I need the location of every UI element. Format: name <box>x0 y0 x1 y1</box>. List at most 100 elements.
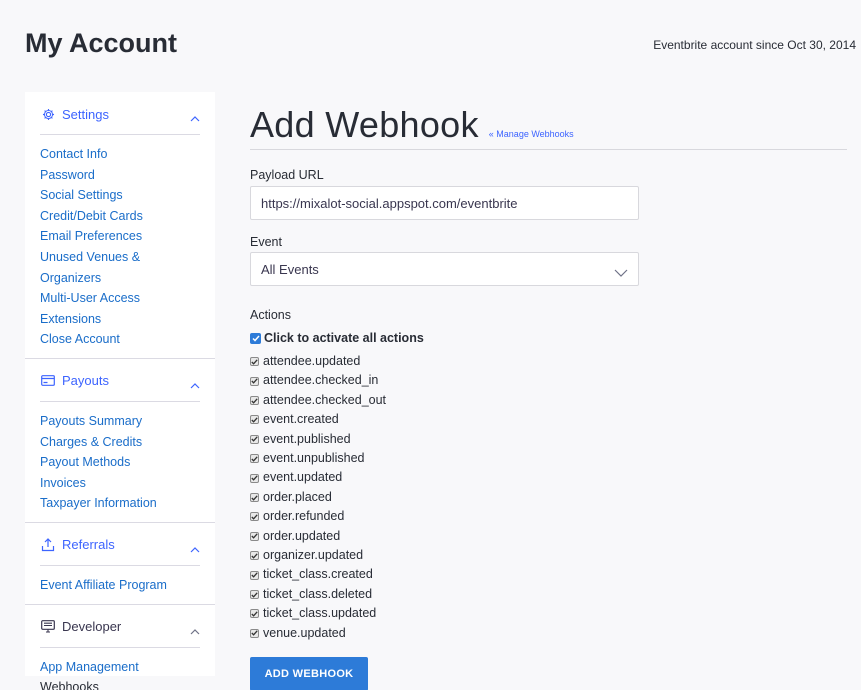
chevron-up-icon[interactable] <box>190 622 200 634</box>
gear-icon <box>40 106 56 122</box>
sidebar-section-label: Settings <box>62 106 109 122</box>
sidebar-item-password[interactable]: Password <box>40 165 200 186</box>
action-checkbox-order-updated[interactable]: order.updated <box>250 527 847 546</box>
action-checkbox-event-unpublished[interactable]: event.unpublished <box>250 449 847 468</box>
sidebar-section-payouts: Payouts Payouts Summary Charges & Credit… <box>25 361 215 522</box>
checkbox-checked-icon <box>250 570 259 580</box>
activate-all-checkbox[interactable]: Click to activate all actions <box>250 331 847 345</box>
action-label: event.updated <box>263 470 343 485</box>
chevron-up-icon[interactable] <box>190 540 200 553</box>
action-label: ticket_class.deleted <box>263 586 373 601</box>
action-checkbox-event-updated[interactable]: event.updated <box>250 468 847 487</box>
section-divider <box>25 603 215 605</box>
checkbox-checked-icon <box>250 376 259 386</box>
sidebar-item-unused-venues[interactable]: Unused Venues & Organizers <box>40 247 200 288</box>
page-title: My Account <box>25 28 178 58</box>
monitor-icon <box>40 619 56 635</box>
sidebar-item-multi-user-access[interactable]: Multi-User Access <box>40 288 200 309</box>
sidebar-item-credit-debit-cards[interactable]: Credit/Debit Cards <box>40 206 200 227</box>
sidebar-section-label: Payouts <box>62 373 109 389</box>
checkbox-checked-icon <box>250 357 259 367</box>
chevron-up-icon[interactable] <box>190 376 200 389</box>
action-checkbox-attendee-updated[interactable]: attendee.updated <box>250 352 847 371</box>
sidebar-item-invoices[interactable]: Invoices <box>40 473 200 494</box>
sidebar-header-referrals[interactable]: Referrals <box>25 525 215 565</box>
sidebar-item-email-preferences[interactable]: Email Preferences <box>40 226 200 247</box>
sidebar-section-label: Developer <box>62 619 122 634</box>
action-label: event.published <box>263 431 351 446</box>
sidebar-item-contact-info[interactable]: Contact Info <box>40 144 200 165</box>
sidebar-header-settings[interactable]: Settings <box>25 94 215 134</box>
event-label: Event <box>250 235 282 249</box>
sidebar-item-social-settings[interactable]: Social Settings <box>40 185 200 206</box>
section-title: Add Webhook <box>250 104 479 145</box>
sidebar-header-developer[interactable]: Developer <box>25 607 215 647</box>
sidebar-item-close-account[interactable]: Close Account <box>40 329 200 350</box>
action-checkbox-attendee-checked-out[interactable]: attendee.checked_out <box>250 391 847 410</box>
checkbox-checked-icon <box>250 473 259 483</box>
actions-label: Actions <box>250 308 291 322</box>
action-label: order.updated <box>263 528 341 543</box>
action-label: ticket_class.updated <box>263 606 377 621</box>
section-header: Add Webhook « Manage Webhooks <box>250 92 847 150</box>
referrals-links: Event Affiliate Program <box>25 566 215 604</box>
sidebar-item-event-affiliate-program[interactable]: Event Affiliate Program <box>40 575 200 596</box>
sidebar-section-developer: Developer App Management Webhooks <box>25 607 215 690</box>
checkbox-checked-icon <box>250 551 259 561</box>
action-label: organizer.updated <box>263 548 364 563</box>
action-checkbox-order-refunded[interactable]: order.refunded <box>250 507 847 526</box>
account-since-text: Eventbrite account since Oct 30, 2014 <box>653 38 856 52</box>
sidebar-header-payouts[interactable]: Payouts <box>25 361 215 401</box>
checkbox-checked-icon <box>250 531 259 541</box>
action-label: event.created <box>263 412 339 427</box>
developer-links: App Management Webhooks <box>25 648 215 690</box>
sidebar-section-label: Referrals <box>62 537 115 553</box>
settings-links: Contact Info Password Social Settings Cr… <box>25 135 215 358</box>
checkbox-checked-icon <box>250 332 261 344</box>
action-checkbox-venue-updated[interactable]: venue.updated <box>250 624 847 643</box>
action-checkbox-ticket-class-created[interactable]: ticket_class.created <box>250 565 847 584</box>
checkbox-checked-icon <box>250 609 259 619</box>
checkbox-checked-icon <box>250 512 259 522</box>
sidebar-item-webhooks[interactable]: Webhooks <box>40 677 200 690</box>
action-label: ticket_class.created <box>263 567 373 582</box>
activate-all-label: Click to activate all actions <box>264 331 424 345</box>
sidebar-item-payouts-summary[interactable]: Payouts Summary <box>40 411 200 432</box>
checkbox-checked-icon <box>250 454 259 464</box>
action-checkbox-event-created[interactable]: event.created <box>250 410 847 429</box>
sidebar-item-app-management[interactable]: App Management <box>40 657 200 678</box>
checkbox-checked-icon <box>250 493 259 503</box>
action-checkbox-event-published[interactable]: event.published <box>250 430 847 449</box>
manage-webhooks-link[interactable]: « Manage Webhooks <box>489 129 574 139</box>
action-label: attendee.checked_out <box>263 392 387 407</box>
chevron-up-icon[interactable] <box>190 109 200 122</box>
action-checkbox-ticket-class-updated[interactable]: ticket_class.updated <box>250 604 847 623</box>
action-checkbox-order-placed[interactable]: order.placed <box>250 488 847 507</box>
action-label: event.unpublished <box>263 451 365 466</box>
event-select[interactable]: All Events <box>250 252 639 286</box>
share-icon <box>40 537 56 553</box>
main-content: Add Webhook « Manage Webhooks Payload UR… <box>250 92 847 690</box>
action-label: attendee.updated <box>263 354 361 368</box>
sidebar-item-taxpayer-information[interactable]: Taxpayer Information <box>40 493 200 514</box>
payload-url-label: Payload URL <box>250 168 324 182</box>
checkbox-checked-icon <box>250 415 259 425</box>
action-label: venue.updated <box>263 625 346 640</box>
chevron-down-icon <box>614 265 628 277</box>
sidebar-section-settings: Settings Contact Info Password Social Se… <box>25 94 215 358</box>
sidebar-item-charges-credits[interactable]: Charges & Credits <box>40 432 200 453</box>
payload-url-input[interactable]: https://mixalot-social.appspot.com/event… <box>250 186 639 220</box>
action-checkbox-attendee-checked-in[interactable]: attendee.checked_in <box>250 371 847 390</box>
sidebar-item-payout-methods[interactable]: Payout Methods <box>40 452 200 473</box>
sidebar-item-extensions[interactable]: Extensions <box>40 309 200 330</box>
action-label: attendee.checked_in <box>263 373 379 388</box>
checkbox-checked-icon <box>250 434 259 444</box>
payouts-links: Payouts Summary Charges & Credits Payout… <box>25 402 215 522</box>
add-webhook-button[interactable]: ADD WEBHOOK <box>250 657 368 690</box>
sidebar-section-referrals: Referrals Event Affiliate Program <box>25 525 215 604</box>
action-checkbox-ticket-class-deleted[interactable]: ticket_class.deleted <box>250 585 847 604</box>
action-checkbox-organizer-updated[interactable]: organizer.updated <box>250 546 847 565</box>
sidebar: Settings Contact Info Password Social Se… <box>25 92 215 690</box>
card-icon <box>40 373 56 389</box>
event-select-value: All Events <box>261 261 319 277</box>
